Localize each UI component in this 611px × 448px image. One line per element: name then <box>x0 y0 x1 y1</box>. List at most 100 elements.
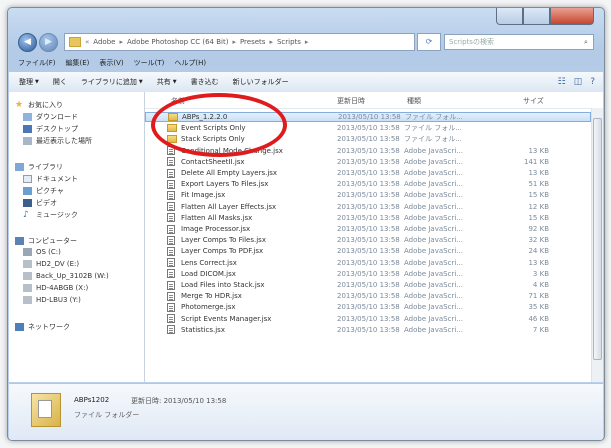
column-size[interactable]: サイズ <box>523 96 544 106</box>
file-name-text: Flatten All Layer Effects.jsx <box>181 202 277 211</box>
menu-tools[interactable]: ツール(T) <box>134 58 165 68</box>
file-name: Load Files into Stack.jsx <box>167 280 265 290</box>
help-icon[interactable]: ? <box>590 77 595 87</box>
script-file-icon <box>167 258 175 268</box>
file-name-text: Photomerge.jsx <box>181 303 236 312</box>
file-date: 2013/05/10 13:58 <box>337 281 400 289</box>
menu-file[interactable]: ファイル(F) <box>18 58 56 68</box>
folder-icon <box>31 393 61 427</box>
maximize-button[interactable] <box>523 8 550 25</box>
file-row[interactable]: Layer Comps To PDF.jsx 2013/05/10 13:58 Ad… <box>145 246 591 256</box>
nav-drive-x[interactable]: HD-4ABGB (X:) <box>23 284 88 292</box>
script-file-icon <box>167 269 175 279</box>
file-date: 2013/05/10 13:58 <box>337 191 400 200</box>
desktop-icon <box>23 125 32 133</box>
file-name-text: Layer Comps To Files.jsx <box>181 236 266 245</box>
file-name-text: Load DICOM.jsx <box>181 269 236 278</box>
file-size: 15 KB <box>528 213 549 222</box>
file-row[interactable]: Statistics.jsx 2013/05/10 13:58 Adobe Java… <box>145 325 591 335</box>
file-row[interactable]: Flatten All Masks.jsx 2013/05/10 13:58 Ado… <box>145 213 591 223</box>
highlight-annotation <box>151 93 287 157</box>
scrollbar-thumb[interactable] <box>593 118 602 360</box>
file-type: Adobe JavaScri... <box>404 247 463 256</box>
file-type: Adobe JavaScri... <box>404 202 463 211</box>
minimize-button[interactable] <box>496 8 523 25</box>
share-button[interactable]: 共有 ▼ <box>157 77 177 87</box>
nav-favorites-label: お気に入り <box>28 101 63 109</box>
burn-button[interactable]: 書き込む <box>191 77 219 87</box>
nav-videos[interactable]: ビデオ <box>23 198 57 208</box>
breadcrumb-adobe[interactable]: Adobe <box>93 38 115 46</box>
nav-documents[interactable]: ドキュメント <box>23 174 78 184</box>
nav-documents-label: ドキュメント <box>36 175 78 183</box>
file-name: Fit Image.jsx <box>167 190 225 200</box>
file-row[interactable]: Fit Image.jsx 2013/05/10 13:58 Adobe JavaS… <box>145 190 591 200</box>
nav-recent[interactable]: 最近表示した場所 <box>23 136 92 146</box>
nav-network[interactable]: ネットワーク <box>15 322 70 332</box>
open-button[interactable]: 開く <box>53 77 67 87</box>
nav-libraries[interactable]: ライブラリ <box>15 162 63 172</box>
menu-help[interactable]: ヘルプ(H) <box>174 58 206 68</box>
file-name-text: Statistics.jsx <box>181 325 225 334</box>
script-file-icon <box>167 314 175 324</box>
file-row[interactable]: Photomerge.jsx 2013/05/10 13:58 Adobe Java… <box>145 302 591 312</box>
file-name-text: ContactSheetII.jsx <box>181 157 245 166</box>
nav-pictures[interactable]: ピクチャ <box>23 186 64 196</box>
include-library-button[interactable]: ライブラリに追加 ▼ <box>81 77 143 87</box>
nav-music[interactable]: ♪ ミュージック <box>23 210 78 220</box>
breadcrumb-presets[interactable]: Presets <box>240 38 265 46</box>
file-size: 13 KB <box>528 146 549 155</box>
file-date: 2013/05/10 13:58 <box>337 180 400 189</box>
nav-desktop[interactable]: デスクトップ <box>23 124 78 134</box>
forward-button[interactable]: ▶ <box>39 32 58 52</box>
breadcrumb-photoshop[interactable]: Adobe Photoshop CC (64 Bit) <box>127 38 228 46</box>
menu-view[interactable]: 表示(V) <box>99 58 123 68</box>
nav-drive-y[interactable]: HD-LBU3 (Y:) <box>23 296 81 304</box>
file-type: Adobe JavaScri... <box>404 269 463 278</box>
search-placeholder: Scriptsの検索 <box>449 38 494 46</box>
file-row[interactable]: Script Events Manager.jsx 2013/05/10 13:5… <box>145 314 591 324</box>
vertical-scrollbar[interactable] <box>591 108 603 382</box>
nav-drive-c[interactable]: OS (C:) <box>23 248 61 256</box>
file-size: 24 KB <box>528 247 549 256</box>
nav-drive-w[interactable]: Back_Up_3102B (W:) <box>23 272 109 280</box>
new-folder-button[interactable]: 新しいフォルダー <box>233 77 289 87</box>
file-row[interactable]: Merge To HDR.jsx 2013/05/10 13:58 Adobe Ja… <box>145 291 591 301</box>
file-row[interactable]: Load DICOM.jsx 2013/05/10 13:58 Adobe Java… <box>145 269 591 279</box>
search-input[interactable]: Scriptsの検索 ⌕ <box>444 34 594 50</box>
videos-icon <box>23 199 32 207</box>
view-options-icon[interactable]: ☷ <box>558 77 566 87</box>
nav-favorites[interactable]: ★ お気に入り <box>15 100 63 110</box>
close-button[interactable] <box>550 8 594 25</box>
file-row[interactable]: Delete All Empty Layers.jsx 2013/05/10 13… <box>145 168 591 178</box>
file-row[interactable]: Export Layers To Files.jsx 2013/05/10 13:… <box>145 179 591 189</box>
column-date[interactable]: 更新日時 <box>337 96 365 106</box>
file-date: 2013/05/10 13:58 <box>337 146 400 155</box>
organize-button[interactable]: 整理 ▼ <box>19 77 39 87</box>
nav-download[interactable]: ダウンロード <box>23 112 78 122</box>
file-type: Adobe JavaScri... <box>404 314 463 323</box>
preview-pane-icon[interactable]: ◫ <box>574 77 583 87</box>
refresh-icon[interactable]: ⟳ <box>417 33 441 51</box>
file-name-text: Lens Correct.jsx <box>181 258 237 267</box>
menu-edit[interactable]: 編集(E) <box>66 58 90 68</box>
file-type: Adobe JavaScri... <box>404 180 463 189</box>
file-row[interactable]: Layer Comps To Files.jsx 2013/05/10 13:58… <box>145 235 591 245</box>
folder-icon <box>69 37 81 47</box>
file-row[interactable]: Flatten All Layer Effects.jsx 2013/05/10 … <box>145 202 591 212</box>
file-row[interactable]: Lens Correct.jsx 2013/05/10 13:58 Adobe Ja… <box>145 258 591 268</box>
file-name-text: Delete All Empty Layers.jsx <box>181 169 278 177</box>
file-row[interactable]: Image Processor.jsx 2013/05/10 13:58 Adobe… <box>145 224 591 234</box>
file-name: Flatten All Layer Effects.jsx <box>167 202 277 212</box>
file-row[interactable]: ContactSheetII.jsx 2013/05/10 13:58 Adobe … <box>145 157 591 167</box>
nav-computer[interactable]: コンピューター <box>15 236 77 246</box>
file-row[interactable]: Load Files into Stack.jsx 2013/05/10 13:5… <box>145 280 591 290</box>
breadcrumb-scripts[interactable]: Scripts <box>277 38 301 46</box>
column-type[interactable]: 種類 <box>407 96 421 106</box>
nav-drive-e[interactable]: HD2_DV (E:) <box>23 260 79 268</box>
file-size: 51 KB <box>528 180 549 189</box>
address-bar[interactable]: « Adobe ▸ Adobe Photoshop CC (64 Bit) ▸ … <box>64 33 415 51</box>
file-name: Delete All Empty Layers.jsx <box>167 168 278 178</box>
view-controls: ☷ ◫ ? <box>550 77 595 87</box>
back-button[interactable]: ◀ <box>18 32 37 52</box>
